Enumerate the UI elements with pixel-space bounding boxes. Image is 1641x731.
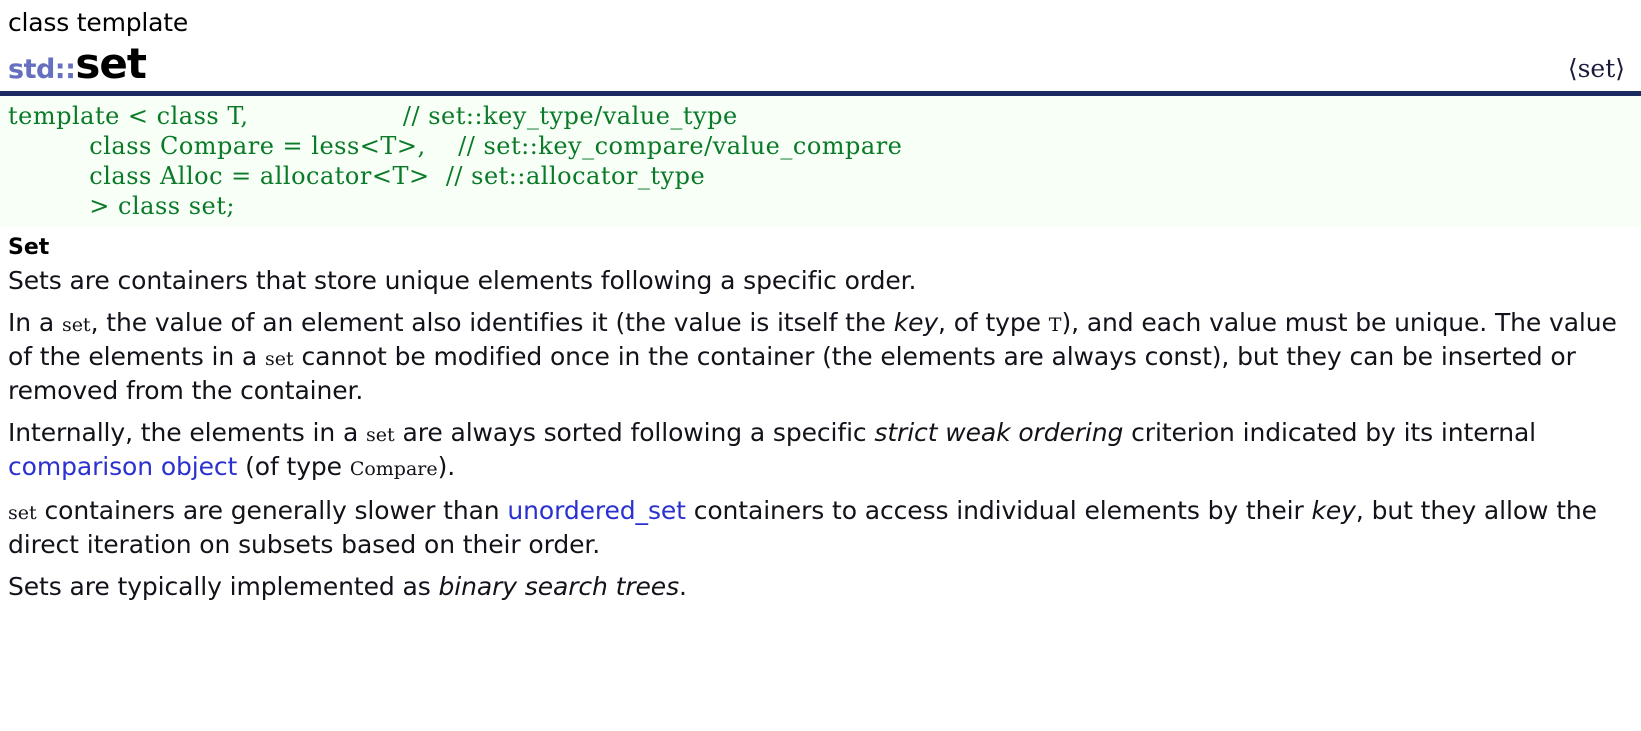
text-fragment: (of type	[237, 452, 350, 481]
text-fragment: containers are generally slower than	[36, 496, 508, 525]
title-namespace: std::	[8, 54, 76, 85]
section-heading-set: Set	[8, 235, 50, 260]
link-comparison-object[interactable]: comparison object	[8, 452, 237, 481]
text-fragment: ).	[437, 452, 456, 481]
inline-code-set: set	[61, 314, 91, 336]
text-fragment: .	[679, 572, 687, 601]
text-fragment: Sets are typically implemented as	[8, 572, 439, 601]
text-fragment: , the value of an element also identifie…	[90, 308, 894, 337]
paragraph-summary: Sets are containers that store unique el…	[8, 266, 917, 295]
title-row: std::set ⟨set⟩	[8, 40, 1633, 88]
text-fragment: are always sorted following a specific	[394, 418, 875, 447]
text-fragment: containers to access individual elements…	[685, 496, 1312, 525]
link-unordered-set[interactable]: unordered_set	[507, 496, 686, 525]
template-declaration-block: template < class T, // set::key_type/val…	[0, 96, 1641, 227]
reference-page: class template std::set ⟨set⟩ template <…	[0, 0, 1641, 731]
emphasis-binary-search-trees: binary search trees	[438, 572, 679, 601]
paragraph-performance: set containers are generally slower than…	[8, 495, 1633, 561]
text-fragment: , of type	[938, 308, 1049, 337]
inline-code-T: T	[1048, 314, 1062, 336]
inline-code-set: set	[264, 348, 294, 370]
text-fragment: Internally, the elements in a	[8, 418, 367, 447]
include-header-label: ⟨set⟩	[1567, 54, 1625, 83]
text-fragment: In a	[8, 308, 62, 337]
inline-code-set: set	[8, 502, 37, 524]
page-title: std::set	[8, 39, 147, 97]
inline-code-Compare: Compare	[349, 458, 438, 480]
emphasis-strict-weak-ordering: strict weak ordering	[874, 418, 1124, 447]
paragraph-implementation: Sets are typically implemented as binary…	[8, 571, 1633, 603]
title-name: set	[75, 39, 147, 88]
page-kicker: class template	[8, 8, 189, 37]
inline-code-set: set	[366, 424, 395, 446]
paragraph-key-uniqueness: In a set, the value of an element also i…	[8, 307, 1633, 407]
emphasis-key: key	[893, 308, 939, 337]
page-header: class template std::set ⟨set⟩	[0, 0, 1641, 88]
text-fragment: criterion indicated by its internal	[1123, 418, 1537, 447]
template-declaration-code: template < class T, // set::key_type/val…	[8, 102, 903, 220]
emphasis-key: key	[1311, 496, 1356, 525]
page-body: Set Sets are containers that store uniqu…	[0, 235, 1641, 603]
paragraph-ordering: Internally, the elements in a set are al…	[8, 417, 1633, 485]
